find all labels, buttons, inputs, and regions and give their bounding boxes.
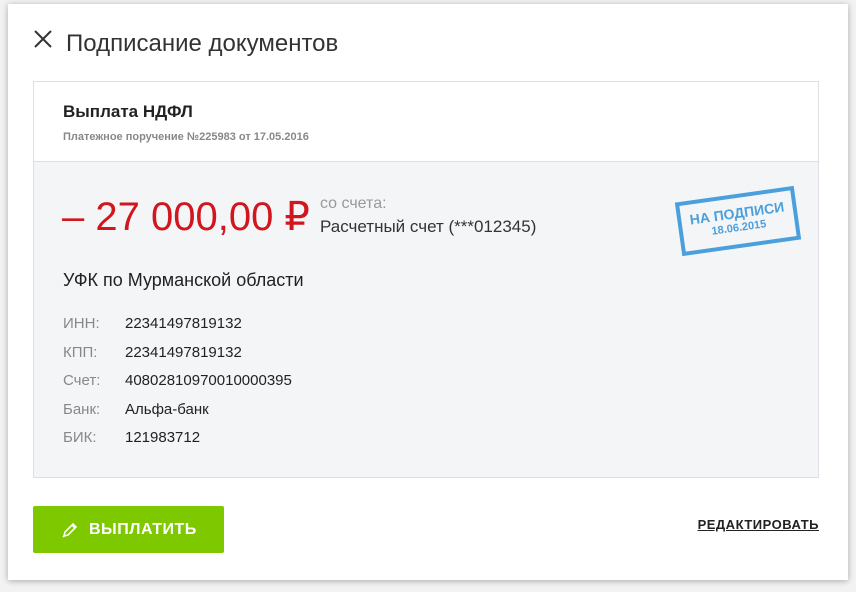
detail-row-inn: ИНН: 22341497819132 — [63, 310, 292, 339]
dialog-title: Подписание документов — [66, 30, 339, 57]
status-stamp: НА ПОДПИСИ 18.06.2015 — [674, 185, 802, 257]
detail-value: 40802810970010000395 — [125, 372, 292, 389]
detail-label: КПП: — [63, 343, 98, 361]
pay-button-label: ВЫПЛАТИТЬ — [89, 520, 197, 538]
document-subtitle: Платежное поручение №225983 от 17.05.201… — [63, 131, 309, 143]
pay-button[interactable]: ВЫПЛАТИТЬ — [33, 506, 224, 553]
detail-value: 22341497819132 — [125, 315, 242, 332]
detail-label: Счет: — [63, 372, 101, 389]
detail-row-kpp: КПП: 22341497819132 — [63, 339, 292, 368]
from-account-label: со счета: — [320, 195, 387, 212]
document-header: Выплата НДФЛ Платежное поручение №225983… — [34, 82, 818, 162]
document-body: – 27 000,00 ₽ со счета: Расчетный счет (… — [34, 162, 818, 477]
detail-label: Банк: — [63, 400, 101, 418]
detail-row-bik: БИК: 121983712 — [63, 424, 292, 453]
recipient-details: ИНН: 22341497819132 КПП: 22341497819132 Сч… — [63, 310, 292, 453]
close-icon[interactable] — [32, 28, 54, 50]
sign-documents-dialog: Подписание документов Выплата НДФЛ Плате… — [8, 4, 848, 580]
from-account-value: Расчетный счет (***012345) — [320, 217, 537, 236]
recipient-name: УФК по Мурманской области — [63, 270, 304, 290]
detail-row-bank: Банк: Альфа-банк — [63, 396, 292, 425]
detail-value: 121983712 — [125, 429, 201, 446]
detail-value: 22341497819132 — [125, 343, 242, 361]
amount: – 27 000,00 ₽ — [62, 195, 310, 239]
document-card: Выплата НДФЛ Платежное поручение №225983… — [33, 81, 819, 478]
detail-label: БИК: — [63, 429, 97, 446]
detail-row-account: Счет: 40802810970010000395 — [63, 367, 292, 396]
pen-icon — [62, 522, 78, 538]
detail-value: Альфа-банк — [125, 400, 209, 418]
document-title: Выплата НДФЛ — [63, 102, 193, 121]
detail-label: ИНН: — [63, 315, 100, 332]
edit-link[interactable]: РЕДАКТИРОВАТЬ — [698, 517, 819, 532]
